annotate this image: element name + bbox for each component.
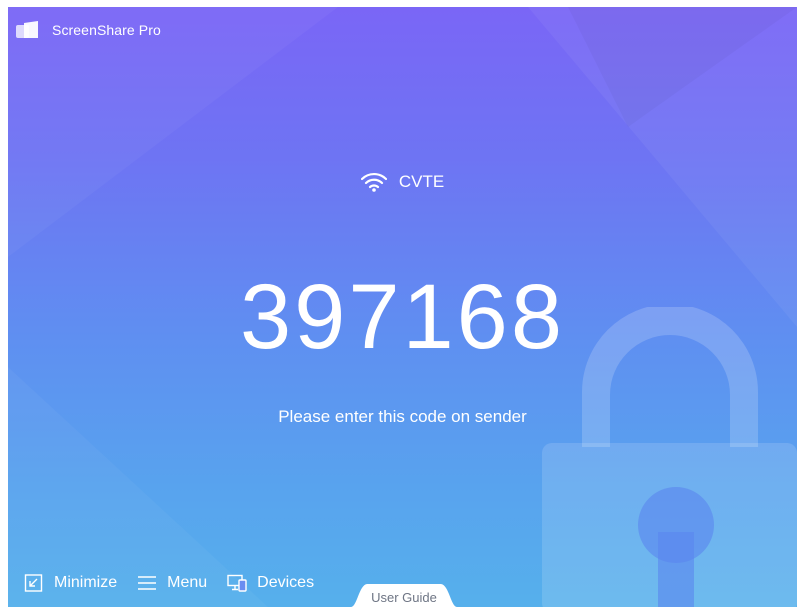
screenshare-logo-icon	[16, 21, 38, 38]
devices-icon	[227, 574, 247, 592]
pairing-code: 397168	[240, 266, 565, 368]
network-indicator: CVTE	[8, 170, 797, 194]
app-title: ScreenShare Pro	[52, 22, 161, 38]
screenshare-main-screen: ScreenShare Pro CVTE 397168 Please enter…	[8, 7, 797, 607]
wifi-icon	[360, 172, 387, 192]
devices-label: Devices	[257, 574, 315, 591]
user-guide-label: User Guide	[371, 590, 437, 605]
hamburger-menu-icon	[138, 576, 157, 590]
bottom-toolbar: Minimize Menu Devices	[24, 572, 334, 594]
menu-label: Menu	[167, 574, 208, 591]
menu-button[interactable]: Menu	[137, 574, 207, 592]
user-guide-button[interactable]: User Guide	[351, 583, 457, 607]
title-bar: ScreenShare Pro	[16, 21, 161, 39]
network-name: CVTE	[398, 172, 445, 191]
pairing-instruction: Please enter this code on sender	[278, 407, 527, 426]
devices-button[interactable]: Devices	[227, 574, 314, 592]
minimize-button[interactable]: Minimize	[24, 574, 117, 592]
minimize-label: Minimize	[54, 574, 118, 591]
minimize-icon	[24, 574, 43, 592]
